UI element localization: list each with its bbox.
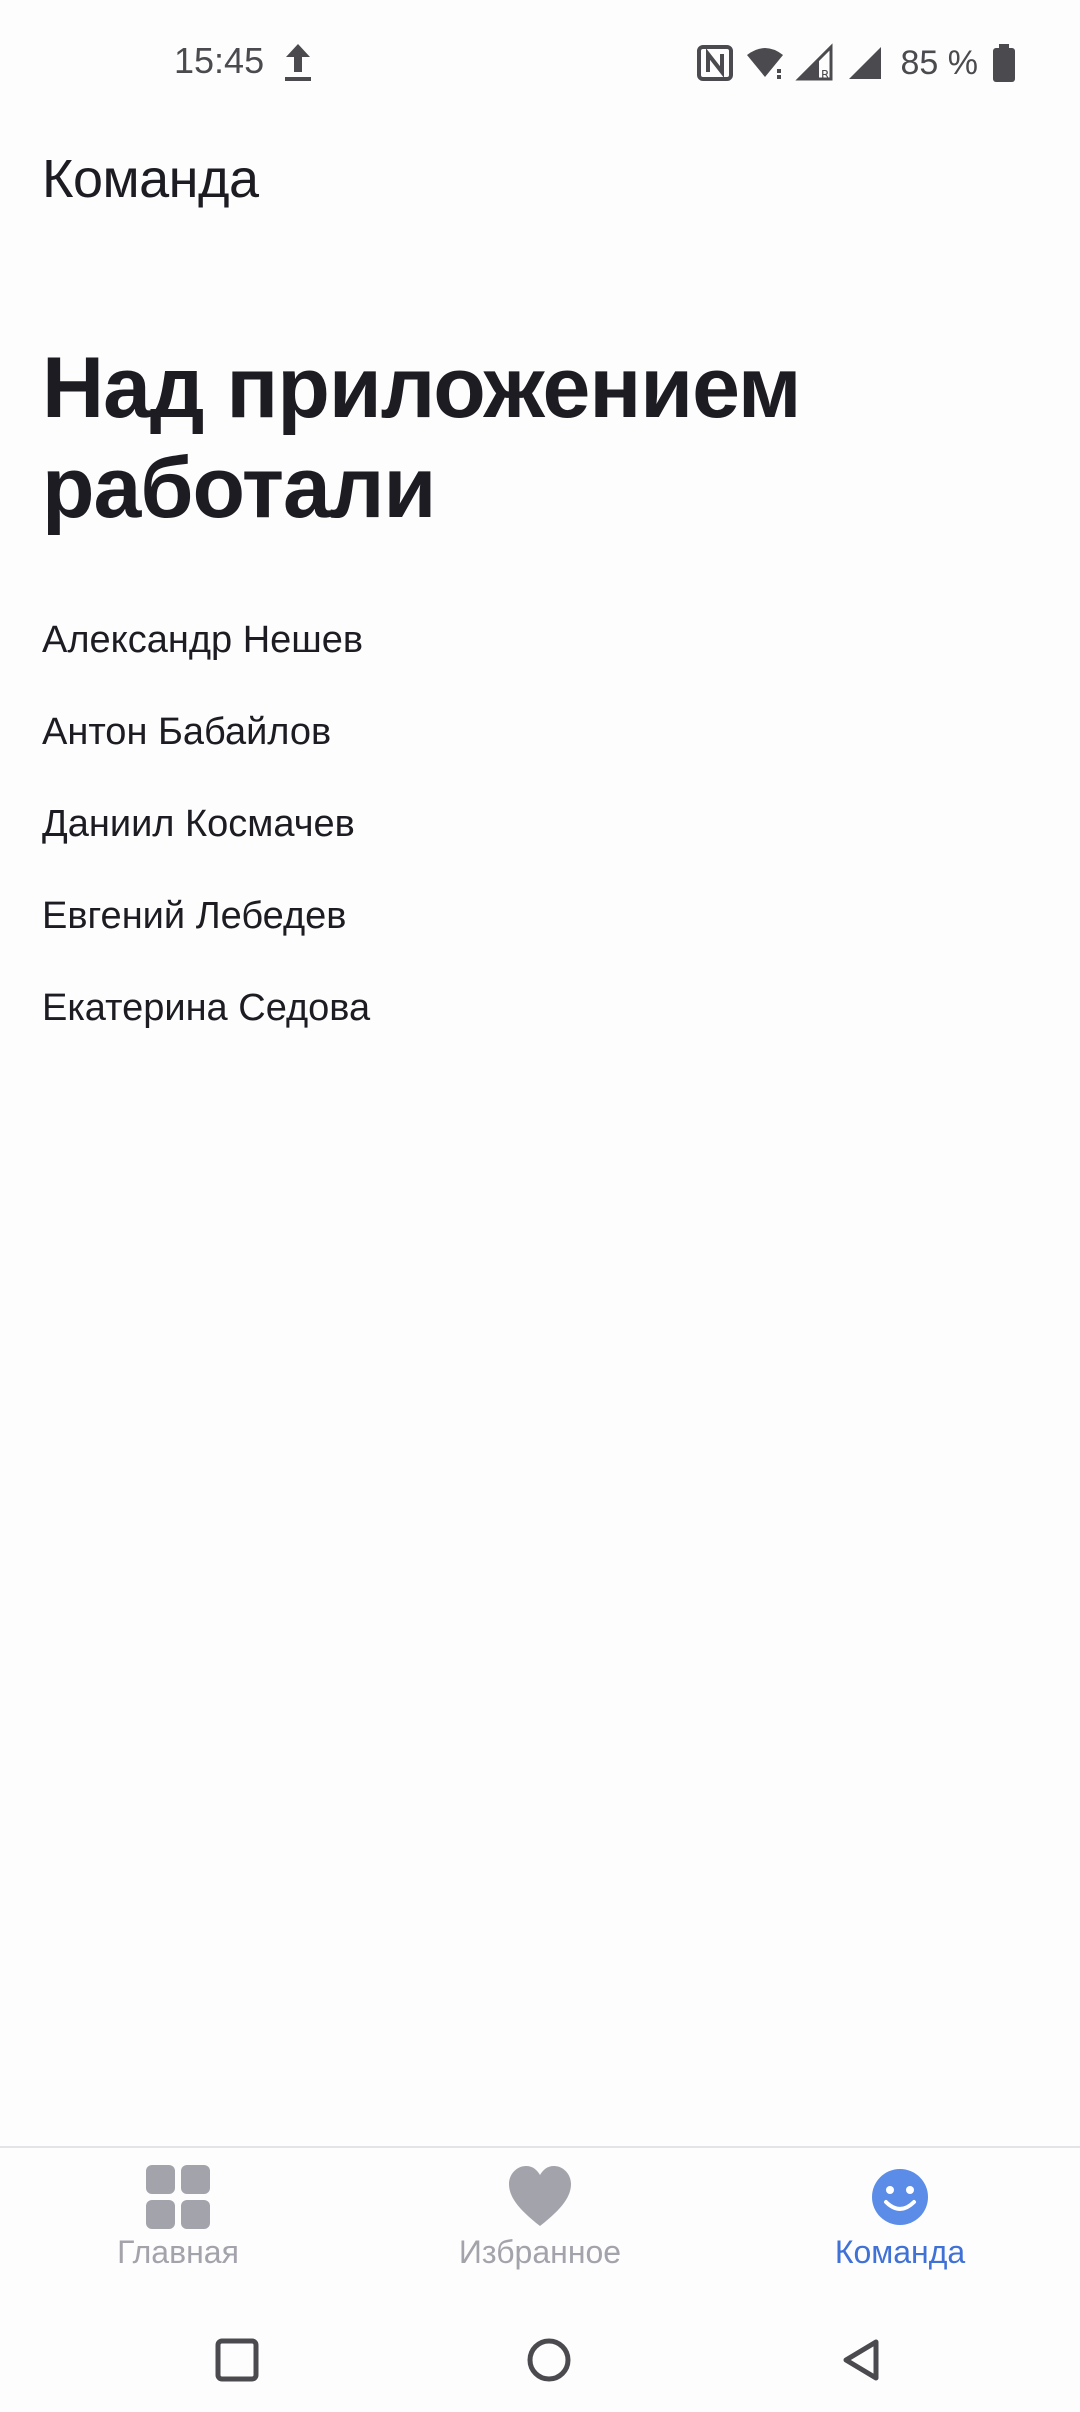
team-heading: Над приложением работали — [42, 340, 801, 536]
nav-label-team: Команда — [834, 2234, 966, 2270]
team-member: Антон Бабайлов — [42, 711, 332, 753]
battery-icon — [993, 44, 1015, 82]
status-time: 15:45 — [174, 40, 265, 81]
wifi-icon — [746, 48, 783, 79]
status-bar: 15:45 R 85 % — [0, 0, 1080, 126]
back-triangle-icon[interactable] — [832, 2330, 892, 2390]
nav-item-home[interactable]: Главная — [58, 2164, 298, 2284]
team-member: Даниил Космачев — [42, 803, 355, 845]
home-circle-icon[interactable] — [519, 2330, 579, 2390]
nav-item-team[interactable]: Команда — [780, 2164, 1020, 2284]
nfc-icon — [696, 45, 733, 81]
bottom-nav: Главная Избранное Команда — [0, 2148, 1080, 2278]
team-member: Евгений Лебедев — [42, 895, 347, 937]
team-list: Александр Нешев Антон Бабайлов Даниил Ко… — [42, 600, 370, 1060]
nav-label-home: Главная — [117, 2234, 239, 2270]
nav-label-favorites: Избранное — [458, 2234, 622, 2270]
team-member: Александр Нешев — [42, 619, 364, 661]
signal-icon — [848, 47, 881, 79]
system-nav-bar — [0, 2300, 1080, 2412]
heart-icon — [509, 2166, 571, 2226]
smiley-icon — [872, 2169, 928, 2225]
nav-item-favorites[interactable]: Избранное — [420, 2164, 660, 2284]
recents-square-icon[interactable] — [207, 2330, 267, 2390]
page-title: Команда — [42, 149, 259, 209]
battery-percentage: 85 % — [900, 43, 979, 82]
signal-roaming-icon: R — [794, 43, 832, 82]
team-member: Екатерина Седова — [42, 987, 371, 1029]
svg-text:R: R — [821, 68, 829, 82]
upload-icon — [285, 44, 311, 81]
grid-icon — [146, 2165, 210, 2229]
status-icons: R 85 % — [695, 38, 1017, 88]
